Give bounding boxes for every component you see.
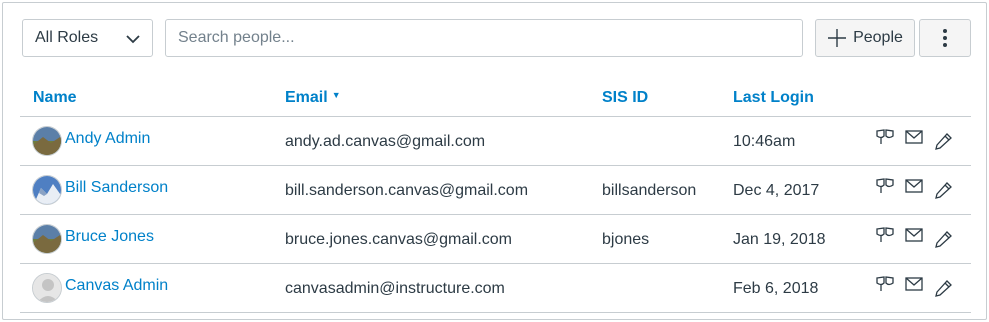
avatar[interactable] <box>32 126 62 156</box>
role-filter-select[interactable]: All Roles <box>22 19 153 57</box>
user-name-link[interactable]: Andy Admin <box>65 130 150 148</box>
table-row: Bill Sanderson bill.sanderson.canvas@gma… <box>20 166 971 215</box>
user-email: bruce.jones.canvas@gmail.com <box>285 231 513 248</box>
role-filter-value: All Roles <box>35 29 99 46</box>
table-row: Andy Admin andy.ad.canvas@gmail.com 10:4… <box>20 117 971 166</box>
column-header-last-login-label: Last Login <box>733 89 814 106</box>
column-header-email[interactable]: Email ▼ <box>285 89 341 107</box>
column-header-last-login[interactable]: Last Login <box>733 89 814 107</box>
user-name-link[interactable]: Bill Sanderson <box>65 179 168 197</box>
user-sis-id: bjones <box>602 231 650 248</box>
user-email: bill.sanderson.canvas@gmail.com <box>285 182 529 199</box>
user-last-login: Dec 4, 2017 <box>733 182 820 199</box>
user-sis-id: billsanderson <box>602 182 697 199</box>
pencil-icon[interactable] <box>934 180 954 200</box>
add-people-button[interactable]: People <box>815 19 915 57</box>
user-last-login: Jan 19, 2018 <box>733 231 826 248</box>
column-header-sis-id-label: SIS ID <box>602 89 649 106</box>
row-divider <box>20 312 971 313</box>
search-people-input[interactable] <box>165 19 803 57</box>
pencil-icon[interactable] <box>934 229 954 249</box>
user-name-link[interactable]: Canvas Admin <box>65 277 168 295</box>
envelope-icon[interactable] <box>904 274 924 294</box>
masquerade-icon[interactable] <box>875 225 895 245</box>
table-row: Bruce Jones bruce.jones.canvas@gmail.com… <box>20 215 971 264</box>
masquerade-icon[interactable] <box>875 274 895 294</box>
envelope-icon[interactable] <box>904 225 924 245</box>
user-name-link[interactable]: Bruce Jones <box>65 228 154 246</box>
user-last-login: 10:46am <box>733 133 796 150</box>
plus-icon <box>828 29 847 47</box>
more-options-button[interactable] <box>919 19 971 57</box>
avatar[interactable] <box>32 273 62 303</box>
pencil-icon[interactable] <box>934 278 954 298</box>
envelope-icon[interactable] <box>904 127 924 147</box>
chevron-down-icon <box>126 35 140 44</box>
column-header-sis-id[interactable]: SIS ID <box>602 89 648 107</box>
table-row: Canvas Admin canvasadmin@instructure.com… <box>20 264 971 313</box>
sort-descending-icon: ▼ <box>331 90 341 100</box>
user-last-login: Feb 6, 2018 <box>733 280 819 297</box>
user-email: andy.ad.canvas@gmail.com <box>285 133 486 150</box>
add-people-label: People <box>853 29 903 46</box>
vertical-ellipsis-icon <box>943 29 947 47</box>
masquerade-icon[interactable] <box>875 127 895 147</box>
column-header-name[interactable]: Name <box>33 89 77 107</box>
column-header-email-label: Email <box>285 89 328 106</box>
pencil-icon[interactable] <box>934 131 954 151</box>
user-email: canvasadmin@instructure.com <box>285 280 505 297</box>
avatar[interactable] <box>32 175 62 205</box>
column-header-name-label: Name <box>33 89 77 106</box>
avatar[interactable] <box>32 224 62 254</box>
masquerade-icon[interactable] <box>875 176 895 196</box>
envelope-icon[interactable] <box>904 176 924 196</box>
